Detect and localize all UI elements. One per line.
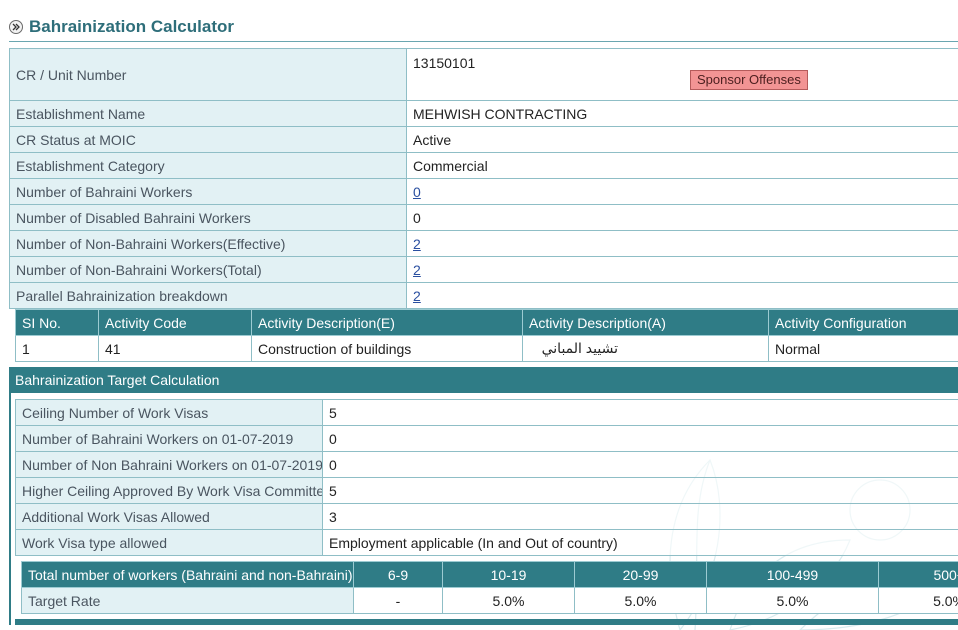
info-value-cell: 2 xyxy=(407,257,958,283)
target-rate-value: - xyxy=(354,588,443,614)
info-value-cell: 0 xyxy=(407,179,958,205)
activity-column-header: SI No. xyxy=(16,310,99,336)
workers-range-header: 10-19 xyxy=(443,562,575,588)
workers-range-header: 100-499 xyxy=(707,562,879,588)
activity-header-row: SI No.Activity CodeActivity Description(… xyxy=(16,310,958,336)
info-label: Number of Bahraini Workers xyxy=(10,179,407,205)
activity-cell: Construction of buildings xyxy=(252,336,523,362)
activity-column-header: Activity Description(A) xyxy=(523,310,769,336)
activity-column-header: Activity Description(E) xyxy=(252,310,523,336)
establishment-info-table: CR / Unit Number 13150101 Sponsor Offens… xyxy=(9,48,958,309)
info-row: Establishment Category Commercial xyxy=(10,153,958,179)
target-rate-label: Target Rate xyxy=(22,588,354,614)
target-row: Work Visa type allowedEmployment applica… xyxy=(16,530,958,556)
target-row: Higher Ceiling Approved By Work Visa Com… xyxy=(16,478,958,504)
target-label: Number of Bahraini Workers on 01-07-2019 xyxy=(16,426,323,452)
activity-cell: 41 xyxy=(99,336,252,362)
target-calculation-header: Bahrainization Target Calculation xyxy=(9,367,958,393)
info-value-cell: 2 xyxy=(407,283,958,309)
rate-row: Target Rate-5.0%5.0%5.0%5.0% xyxy=(22,588,958,614)
activity-cell: تشييد المباني xyxy=(523,336,769,362)
workers-range-header: 6-9 xyxy=(354,562,443,588)
workers-range-label: Total number of workers (Bahraini and no… xyxy=(22,562,354,588)
info-value-cell: 2 xyxy=(407,231,958,257)
info-label: Number of Non-Bahraini Workers(Effective… xyxy=(10,231,407,257)
info-label: Establishment Category xyxy=(10,153,407,179)
target-value: 0 xyxy=(323,452,958,478)
title-divider xyxy=(9,41,958,42)
bottom-section-bar xyxy=(15,619,958,625)
target-rate-value: 5.0% xyxy=(443,588,575,614)
info-label: Number of Disabled Bahraini Workers xyxy=(10,205,407,231)
activity-cell: Normal xyxy=(769,336,958,362)
target-rate-table: Total number of workers (Bahraini and no… xyxy=(21,561,958,614)
info-label: Establishment Name xyxy=(10,101,407,127)
info-value: Commercial xyxy=(413,158,488,174)
cr-value-cell: 13150101 Sponsor Offenses xyxy=(407,49,958,101)
target-rate-value: 5.0% xyxy=(879,588,958,614)
activity-column-header: Activity Code xyxy=(99,310,252,336)
worker-count-link[interactable]: 2 xyxy=(413,236,421,252)
info-label: Parallel Bahrainization breakdown xyxy=(10,283,407,309)
page-title: Bahrainization Calculator xyxy=(29,17,234,37)
target-label: Higher Ceiling Approved By Work Visa Com… xyxy=(16,478,323,504)
target-value: 5 xyxy=(323,400,958,426)
target-label: Additional Work Visas Allowed xyxy=(16,504,323,530)
target-row: Number of Non Bahraini Workers on 01-07-… xyxy=(16,452,958,478)
workers-range-header: 20-99 xyxy=(575,562,707,588)
activity-table: SI No.Activity CodeActivity Description(… xyxy=(15,309,958,362)
info-row: Establishment Name MEHWISH CONTRACTING xyxy=(10,101,958,127)
info-row: Number of Bahraini Workers 0 xyxy=(10,179,958,205)
target-calculation-title: Bahrainization Target Calculation xyxy=(15,372,219,388)
cr-row: CR / Unit Number 13150101 Sponsor Offens… xyxy=(10,49,958,101)
sponsor-offenses-button[interactable]: Sponsor Offenses xyxy=(690,70,808,90)
target-label: Number of Non Bahraini Workers on 01-07-… xyxy=(16,452,323,478)
info-value-cell: MEHWISH CONTRACTING xyxy=(407,101,958,127)
info-row: Number of Non-Bahraini Workers(Effective… xyxy=(10,231,958,257)
info-row: Number of Non-Bahraini Workers(Total) 2 xyxy=(10,257,958,283)
info-row: CR Status at MOIC Active xyxy=(10,127,958,153)
target-value: Employment applicable (In and Out of cou… xyxy=(323,530,958,556)
target-value: 0 xyxy=(323,426,958,452)
target-calculation-table: Ceiling Number of Work Visas5Number of B… xyxy=(15,399,958,556)
worker-count-link[interactable]: 2 xyxy=(413,262,421,278)
target-label: Ceiling Number of Work Visas xyxy=(16,400,323,426)
target-label: Work Visa type allowed xyxy=(16,530,323,556)
info-value: MEHWISH CONTRACTING xyxy=(413,106,587,122)
double-chevron-right-icon[interactable] xyxy=(9,20,23,34)
info-row: Parallel Bahrainization breakdown 2 xyxy=(10,283,958,309)
info-label: CR Status at MOIC xyxy=(10,127,407,153)
target-row: Ceiling Number of Work Visas5 xyxy=(16,400,958,426)
rate-header-row: Total number of workers (Bahraini and no… xyxy=(22,562,958,588)
target-value: 5 xyxy=(323,478,958,504)
target-rate-value: 5.0% xyxy=(575,588,707,614)
page-header: Bahrainization Calculator xyxy=(9,12,234,42)
target-row: Additional Work Visas Allowed3 xyxy=(16,504,958,530)
info-label: Number of Non-Bahraini Workers(Total) xyxy=(10,257,407,283)
target-value: 3 xyxy=(323,504,958,530)
target-row: Number of Bahraini Workers on 01-07-2019… xyxy=(16,426,958,452)
info-value-cell: Commercial xyxy=(407,153,958,179)
info-value-cell: Active xyxy=(407,127,958,153)
activity-row: 141Construction of buildingsتشييد المبان… xyxy=(16,336,958,362)
workers-range-header: 500+ xyxy=(879,562,958,588)
target-rate-value: 5.0% xyxy=(707,588,879,614)
activity-cell: 1 xyxy=(16,336,99,362)
info-row: Number of Disabled Bahraini Workers 0 xyxy=(10,205,958,231)
activity-column-header: Activity Configuration xyxy=(769,310,958,336)
info-value: 0 xyxy=(413,210,421,226)
section-left-border xyxy=(9,367,11,625)
info-value: Active xyxy=(413,132,451,148)
cr-number: 13150101 xyxy=(413,55,475,71)
worker-count-link[interactable]: 0 xyxy=(413,184,421,200)
info-value-cell: 0 xyxy=(407,205,958,231)
cr-label: CR / Unit Number xyxy=(10,49,407,101)
worker-count-link[interactable]: 2 xyxy=(413,288,421,304)
